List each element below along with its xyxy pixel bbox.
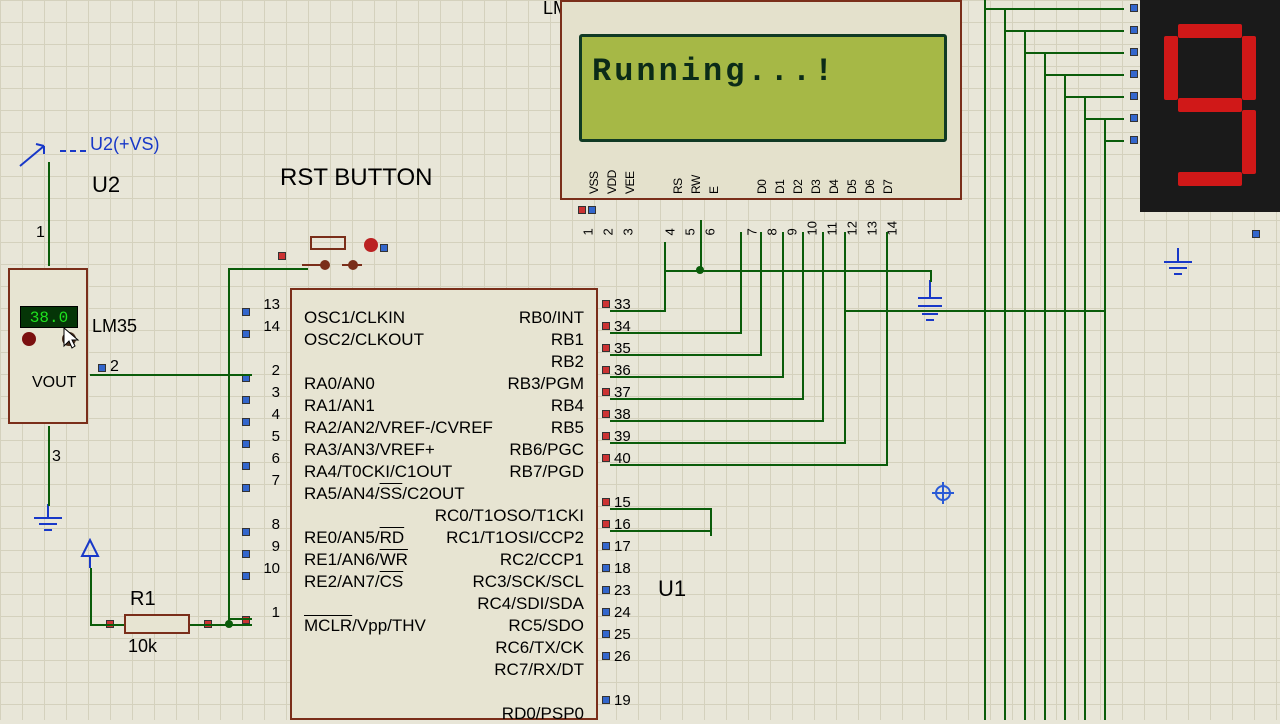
- wire: [1064, 76, 1066, 720]
- wire: [984, 0, 986, 720]
- wire: [700, 220, 702, 270]
- wire: [610, 442, 844, 444]
- lm35-readout: 38.0: [20, 306, 78, 328]
- wire: [664, 242, 666, 312]
- ground-icon-2: [1164, 248, 1192, 284]
- wire: [90, 568, 92, 626]
- probe-icon: [16, 142, 50, 170]
- wire: [190, 624, 252, 626]
- wire: [610, 376, 782, 378]
- u2-power-label: U2(+VS): [90, 134, 160, 155]
- wire: [610, 332, 740, 334]
- wire: [844, 232, 846, 444]
- lcd-text: Running...!: [582, 37, 944, 106]
- wire: [984, 8, 1124, 10]
- lcd-pin-labels: VSS VDD VEE RS RW E D0 D1 D2 D3 D4 D5 D6…: [582, 178, 940, 192]
- wire: [760, 232, 762, 356]
- wire: [886, 232, 888, 466]
- mcu-right-nums: 33 34 35 36 37 38 39 40 15 16 17 18 23 2…: [614, 294, 642, 712]
- wire: [610, 464, 886, 466]
- wire: [610, 420, 822, 422]
- probe-wire: [60, 150, 86, 158]
- wire: [782, 232, 784, 378]
- wire: [48, 162, 50, 266]
- lcd-screen: Running...!: [579, 34, 947, 142]
- wire: [1104, 140, 1124, 142]
- wire: [822, 232, 824, 422]
- wire: [740, 232, 742, 334]
- u2-ref: U2: [92, 172, 120, 198]
- wire: [610, 508, 710, 510]
- wire: [1044, 54, 1046, 720]
- arrow-up-icon: [80, 538, 100, 568]
- ground-icon-1: [34, 504, 62, 540]
- lm35-pin-3: 3: [52, 448, 61, 466]
- wire: [1004, 10, 1006, 720]
- mcu-left-nums: 13 14 2 3 4 5 6 7 8 9 10 1: [252, 294, 280, 624]
- wire: [48, 426, 50, 506]
- r1-ref: R1: [130, 588, 156, 611]
- wire: [90, 624, 124, 626]
- decrease-icon[interactable]: [22, 332, 36, 346]
- wire: [1084, 98, 1086, 720]
- seven-segment[interactable]: [1140, 0, 1280, 212]
- wire: [1024, 32, 1026, 720]
- resistor-r1[interactable]: [124, 614, 190, 634]
- wire: [610, 398, 802, 400]
- wire: [930, 270, 932, 282]
- btn-pin-r: [380, 244, 388, 252]
- wire: [1084, 118, 1124, 120]
- r1-value: 10k: [128, 636, 157, 657]
- btn-pin-l: [278, 252, 286, 260]
- wire: [1044, 74, 1124, 76]
- wire: [710, 508, 712, 536]
- wire: [1104, 120, 1106, 720]
- wire: [802, 232, 804, 400]
- crosshair-cursor-icon: [932, 482, 954, 504]
- mouse-cursor-icon: [62, 326, 80, 350]
- lm35-vout-node: [98, 364, 106, 372]
- lm35-pin-1: 1: [36, 224, 45, 242]
- wire: [1004, 30, 1124, 32]
- sevenseg-common: [1252, 230, 1260, 238]
- wire: [228, 268, 230, 626]
- lcd-pin-nums: 1 2 3 4 5 6 7 8 9 10 11 12 13 14: [578, 218, 902, 233]
- rst-button[interactable]: [302, 236, 362, 276]
- vout-label: VOUT: [32, 374, 76, 392]
- wire: [610, 530, 710, 532]
- wire: [1024, 52, 1124, 54]
- junction-dot: [225, 620, 233, 628]
- lm35-part-label: LM35: [92, 316, 137, 337]
- microcontroller[interactable]: OSC1/CLKIN OSC2/CLKOUT RA0/AN0 RA1/AN1 R…: [290, 288, 598, 720]
- lcd-module[interactable]: Running...! VSS VDD VEE RS RW E D0 D1 D2…: [560, 0, 962, 200]
- junction-dot: [696, 266, 704, 274]
- rst-button-label: RST BUTTON: [280, 164, 432, 192]
- wire: [1064, 96, 1124, 98]
- wire: [228, 268, 308, 270]
- wire: [228, 618, 252, 620]
- wire: [610, 354, 760, 356]
- wire: [610, 310, 666, 312]
- mcu-ref: U1: [658, 576, 686, 602]
